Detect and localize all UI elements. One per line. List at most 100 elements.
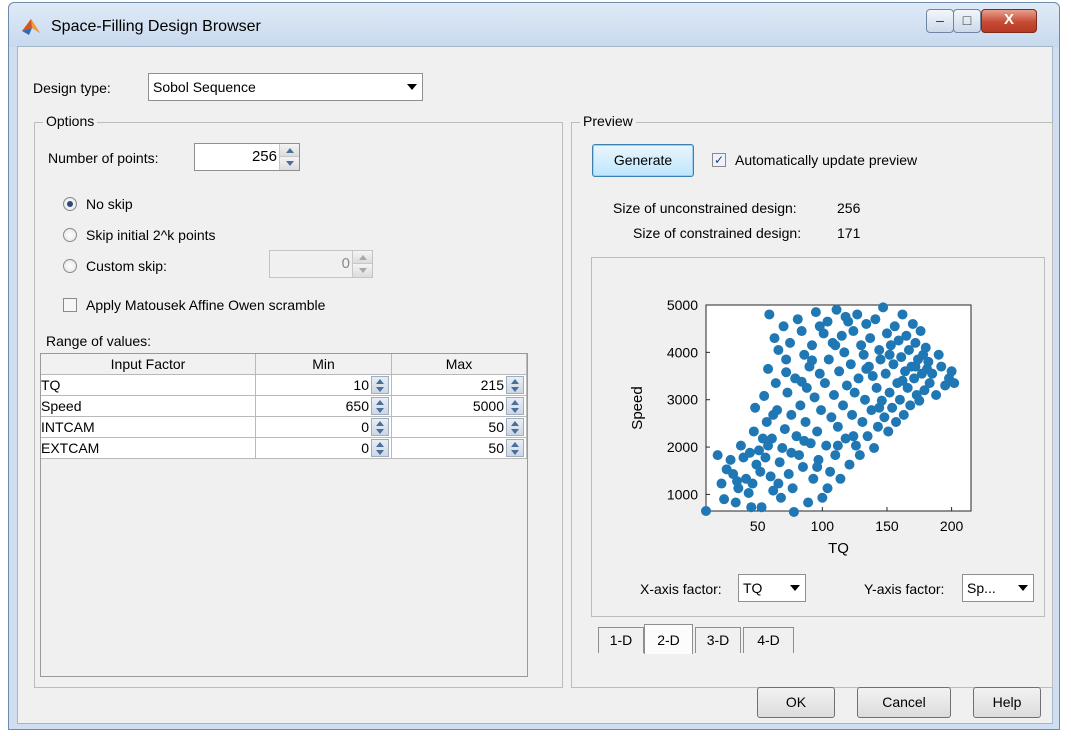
generate-button[interactable]: Generate	[592, 144, 694, 177]
scatter-point	[857, 416, 868, 427]
spin-down-icon[interactable]	[280, 157, 299, 170]
min-cell[interactable]: 650	[256, 396, 392, 417]
scatter-point	[812, 426, 823, 437]
scatter-point	[721, 464, 732, 475]
scatter-point	[915, 326, 926, 337]
scatter-point	[850, 440, 861, 451]
minimize-button[interactable]: –	[926, 9, 954, 33]
scatter-point	[730, 497, 741, 508]
spin-arrows-icon[interactable]	[371, 439, 389, 457]
scatter-point	[764, 309, 775, 320]
scatter-point	[920, 342, 931, 353]
title-bar[interactable]: Space-Filling Design Browser – □ X	[9, 3, 1059, 47]
scatter-point	[822, 483, 833, 494]
scatter-point	[756, 502, 767, 513]
max-cell[interactable]: 50	[392, 417, 527, 438]
scatter-point	[770, 378, 781, 389]
tab-2d[interactable]: 2-D	[644, 624, 693, 654]
tab-2d-label: 2-D	[657, 632, 680, 648]
tab-3d[interactable]: 3-D	[695, 627, 741, 653]
tab-4d[interactable]: 4-D	[743, 627, 794, 653]
scatter-point	[781, 354, 792, 365]
scatter-point	[788, 506, 799, 517]
design-type-value: Sobol Sequence	[153, 79, 256, 95]
scatter-point	[839, 347, 850, 358]
max-value: 5000	[472, 398, 504, 414]
scatter-chart: 50 100 150 200 1000 2000 3000 4000 5000 TQ Speed	[629, 297, 972, 557]
factor-cell[interactable]: EXTCAM	[41, 438, 256, 459]
scatter-point	[797, 461, 808, 472]
factor-name: INTCAM	[41, 419, 95, 435]
scatter-point	[785, 337, 796, 348]
auto-update-checkbox[interactable]: ✓	[712, 153, 726, 167]
scramble-checkbox[interactable]	[63, 298, 77, 312]
scatter-point	[907, 318, 918, 329]
scatter-point	[871, 382, 882, 393]
min-cell[interactable]: 10	[256, 375, 392, 396]
window-title: Space-Filling Design Browser	[51, 18, 261, 35]
x-axis-factor-dropdown[interactable]: TQ	[738, 574, 806, 602]
ok-button[interactable]: OK	[757, 687, 835, 718]
column-header-max[interactable]: Max	[392, 354, 527, 375]
min-cell[interactable]: 0	[256, 417, 392, 438]
maximize-button[interactable]: □	[953, 9, 981, 33]
spin-arrows-icon[interactable]	[506, 397, 524, 415]
column-header-min[interactable]: Min	[256, 354, 392, 375]
number-of-points-spinner[interactable]: 256	[194, 143, 300, 171]
spin-down-icon[interactable]	[353, 264, 372, 277]
skip-initial-radio[interactable]	[63, 228, 77, 242]
max-cell[interactable]: 50	[392, 438, 527, 459]
close-button[interactable]: X	[981, 9, 1037, 33]
max-cell[interactable]: 5000	[392, 396, 527, 417]
factor-cell[interactable]: INTCAM	[41, 417, 256, 438]
scatter-point	[884, 349, 895, 360]
chevron-down-icon	[1013, 575, 1033, 601]
constrained-size-label: Size of constrained design:	[633, 225, 802, 241]
scatter-point	[898, 409, 909, 420]
options-group-title: Options	[43, 113, 98, 129]
scatter-point	[841, 380, 852, 391]
scatter-point	[769, 333, 780, 344]
scatter-point	[830, 450, 841, 461]
cancel-button[interactable]: Cancel	[857, 687, 951, 718]
scatter-point	[803, 497, 814, 508]
max-cell[interactable]: 215	[392, 375, 527, 396]
scatter-point	[835, 473, 846, 484]
scatter-point	[901, 330, 912, 341]
spin-up-icon[interactable]	[280, 144, 299, 157]
scatter-point	[844, 459, 855, 470]
min-value: 10	[353, 377, 369, 393]
spin-arrows-icon[interactable]	[371, 397, 389, 415]
scatter-point	[910, 361, 921, 372]
scatter-point	[838, 400, 849, 411]
factor-cell[interactable]: Speed	[41, 396, 256, 417]
scatter-point	[874, 344, 885, 355]
column-header-input-factor[interactable]: Input Factor	[41, 354, 256, 375]
y-axis-factor-dropdown[interactable]: Sp...	[962, 574, 1034, 602]
custom-skip-spinner[interactable]: 0	[269, 250, 373, 278]
spin-arrows-icon[interactable]	[371, 418, 389, 436]
custom-skip-radio[interactable]	[63, 259, 77, 273]
no-skip-radio[interactable]	[63, 197, 77, 211]
max-value: 215	[480, 377, 504, 393]
min-cell[interactable]: 0	[256, 438, 392, 459]
tab-1d[interactable]: 1-D	[598, 627, 644, 653]
number-of-points-value: 256	[251, 148, 277, 165]
spin-arrows-icon[interactable]	[506, 418, 524, 436]
scatter-point	[840, 311, 851, 322]
scatter-point	[763, 440, 774, 451]
scatter-point	[834, 366, 845, 377]
spin-arrows-icon[interactable]	[506, 439, 524, 457]
scatter-point	[807, 355, 817, 366]
spin-up-icon[interactable]	[353, 251, 372, 264]
y-axis-label: Speed	[629, 386, 646, 429]
scatter-point	[897, 375, 908, 386]
spin-arrows-icon[interactable]	[371, 376, 389, 394]
help-button[interactable]: Help	[973, 687, 1041, 718]
scatter-point	[712, 450, 723, 461]
factor-cell[interactable]: TQ	[41, 375, 256, 396]
spin-arrows-icon[interactable]	[506, 376, 524, 394]
design-type-dropdown[interactable]: Sobol Sequence	[148, 73, 423, 101]
chevron-down-icon	[402, 74, 422, 100]
scatter-point	[862, 431, 873, 442]
